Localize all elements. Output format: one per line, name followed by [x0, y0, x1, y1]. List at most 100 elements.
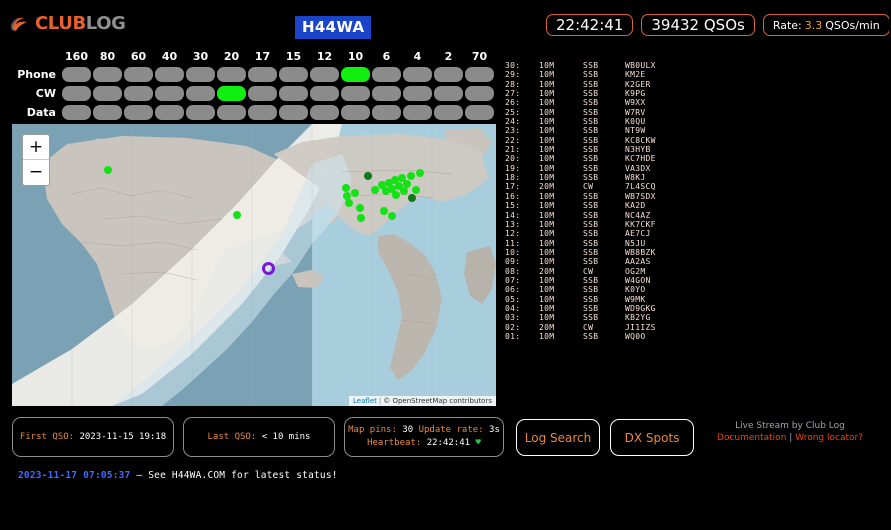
band-cell-phone-30[interactable] [186, 67, 215, 82]
map-qso-pin[interactable] [233, 211, 241, 219]
status-panels: First QSO: 2023-11-15 19:18 Last QSO: < … [12, 417, 504, 457]
app-header: CLUBLOG H44WA 22:42:41 39432 QSOs Rate: 3… [0, 0, 891, 50]
map-zoom-in-button[interactable]: + [23, 135, 49, 160]
band-header-20: 20 [223, 50, 240, 63]
band-cell-data-40[interactable] [155, 105, 184, 120]
qso-log-row: 24: 10M SSB K0QU [505, 117, 695, 126]
band-cell-data-6[interactable] [372, 105, 401, 120]
band-cell-cw-4[interactable] [403, 86, 432, 101]
band-cell-phone-4[interactable] [403, 67, 432, 82]
qso-band: 10M [539, 210, 555, 220]
map-qso-pin[interactable] [388, 212, 396, 220]
home-station-marker[interactable] [262, 262, 275, 275]
band-row-data: Data [0, 103, 500, 122]
band-cell-data-160[interactable] [62, 105, 91, 120]
band-cell-phone-60[interactable] [124, 67, 153, 82]
documentation-link[interactable]: Documentation [717, 433, 786, 443]
map-qso-pin[interactable] [357, 214, 365, 222]
map-qso-pin[interactable] [408, 194, 416, 202]
band-cell-cw-70[interactable] [465, 86, 494, 101]
band-cell-cw-160[interactable] [62, 86, 91, 101]
qso-mode: SSB [583, 70, 599, 80]
band-cell-cw-2[interactable] [434, 86, 463, 101]
qso-index: 08: [505, 266, 521, 276]
band-cell-cw-20[interactable] [217, 86, 246, 101]
map-qso-pin[interactable] [412, 186, 420, 194]
map-zoom-controls[interactable]: + − [22, 134, 50, 186]
log-search-button[interactable]: Log Search [516, 419, 600, 456]
map-landmass-layer [12, 124, 496, 406]
band-cell-cw-15[interactable] [279, 86, 308, 101]
band-cell-phone-70[interactable] [465, 67, 494, 82]
band-cell-cw-60[interactable] [124, 86, 153, 101]
band-cell-phone-6[interactable] [372, 67, 401, 82]
qso-mode: CW [583, 266, 594, 276]
map-qso-pin[interactable] [356, 204, 364, 212]
qso-mode: SSB [583, 331, 599, 341]
qso-log-row: 01: 10M SSB WQ0O [505, 332, 695, 341]
qso-callsign: KC8CKW [625, 135, 656, 145]
clublog-logo[interactable]: CLUBLOG [10, 13, 126, 34]
band-cell-data-80[interactable] [93, 105, 122, 120]
band-cell-cw-6[interactable] [372, 86, 401, 101]
qso-world-map[interactable]: + − Leaflet | © OpenStreetMap contributors [12, 124, 496, 406]
band-cell-phone-20[interactable] [217, 67, 246, 82]
map-qso-pin[interactable] [403, 180, 411, 188]
band-cell-data-30[interactable] [186, 105, 215, 120]
wrong-locator-link[interactable]: Wrong locator? [795, 433, 863, 443]
band-cell-cw-12[interactable] [310, 86, 339, 101]
map-qso-pin[interactable] [345, 199, 353, 207]
map-status-panel: Map pins: 30 Update rate: 3s Heartbeat: … [344, 417, 504, 457]
band-cell-cw-17[interactable] [248, 86, 277, 101]
map-qso-pin[interactable] [416, 169, 424, 177]
qso-log-row: 02: 20M CW JI1IZS [505, 323, 695, 332]
band-cell-cw-10[interactable] [341, 86, 370, 101]
map-qso-pin[interactable] [342, 184, 350, 192]
band-cell-phone-10[interactable] [341, 67, 370, 82]
qso-band: 10M [539, 135, 555, 145]
map-zoom-out-button[interactable]: − [23, 160, 49, 185]
leaflet-link[interactable]: Leaflet [353, 397, 377, 405]
map-qso-pin[interactable] [380, 207, 388, 215]
band-cell-phone-2[interactable] [434, 67, 463, 82]
qso-callsign: K9PG [625, 89, 646, 99]
band-cell-data-20[interactable] [217, 105, 246, 120]
logo-club-text: CLUB [35, 13, 86, 34]
map-qso-pin[interactable] [407, 172, 415, 180]
band-cell-data-2[interactable] [434, 105, 463, 120]
band-cell-phone-12[interactable] [310, 67, 339, 82]
map-qso-pin[interactable] [400, 187, 408, 195]
last-qso-value: < 10 mins [261, 432, 311, 442]
band-cell-phone-17[interactable] [248, 67, 277, 82]
band-cell-cw-80[interactable] [93, 86, 122, 101]
map-qso-pin[interactable] [364, 172, 372, 180]
dx-spots-button[interactable]: DX Spots [610, 419, 694, 456]
band-cell-phone-15[interactable] [279, 67, 308, 82]
qso-mode: SSB [583, 238, 599, 248]
band-cell-phone-40[interactable] [155, 67, 184, 82]
qso-index: 16: [505, 191, 521, 201]
map-qso-pin[interactable] [351, 189, 359, 197]
band-cell-data-12[interactable] [310, 105, 339, 120]
band-cell-data-10[interactable] [341, 105, 370, 120]
heart-icon: ♥ [475, 438, 481, 448]
band-cell-data-17[interactable] [248, 105, 277, 120]
qso-band: 10M [539, 89, 555, 99]
qso-count-value: 39432 QSOs [651, 16, 745, 34]
map-qso-pin[interactable] [392, 191, 400, 199]
qso-band: 10M [539, 219, 555, 229]
band-cell-data-60[interactable] [124, 105, 153, 120]
band-cell-cw-30[interactable] [186, 86, 215, 101]
clublog-live-stream-app: CLUBLOG H44WA 22:42:41 39432 QSOs Rate: 3… [0, 0, 891, 530]
band-cell-phone-160[interactable] [62, 67, 91, 82]
band-cell-data-70[interactable] [465, 105, 494, 120]
map-qso-pin[interactable] [104, 166, 112, 174]
qso-log-row: 20: 10M SSB KC7HDE [505, 154, 695, 163]
band-cell-data-4[interactable] [403, 105, 432, 120]
band-cell-data-15[interactable] [279, 105, 308, 120]
qso-band: 10M [539, 191, 555, 201]
qso-callsign: K0YO [625, 285, 646, 295]
band-cell-cw-40[interactable] [155, 86, 184, 101]
qso-index: 14: [505, 210, 521, 220]
band-cell-phone-80[interactable] [93, 67, 122, 82]
